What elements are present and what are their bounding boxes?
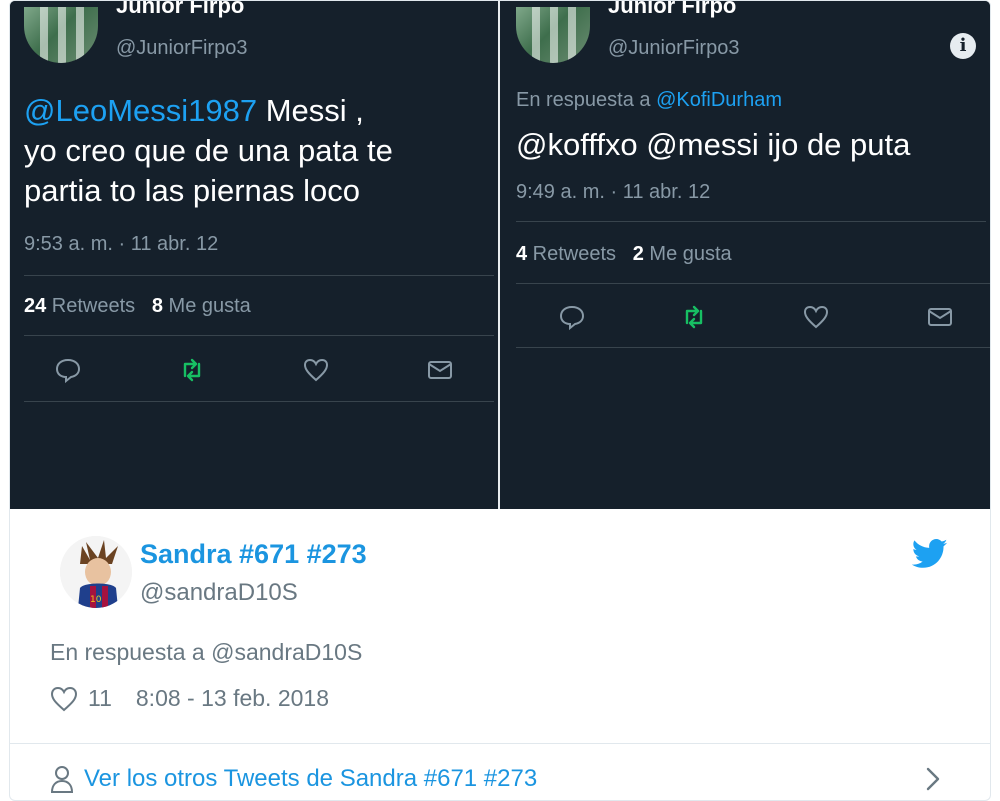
divider [10,743,990,744]
left-tweet-screenshot: Junior Firpo @JuniorFirpo3 @LeoMessi1987… [10,1,498,509]
tweet-text: @kofffxo @messi ijo de puta [516,127,911,162]
retweets-count: 24 [24,295,47,317]
divider [24,401,494,402]
retweets-count: 4 [516,243,528,265]
likes-count: 2 [632,243,644,265]
tweet-timestamp: 9:53 a. m. · 11 abr. 12 [24,233,219,255]
chevron-right-icon[interactable] [922,765,944,793]
retweets-label[interactable]: Retweets [46,295,135,317]
divider [516,347,990,348]
reply-icon[interactable] [558,303,586,331]
display-name: Junior Firpo [608,0,737,18]
tweet-stats: 24 Retweets 8 Me gusta [24,295,251,318]
retweet-icon[interactable] [178,356,206,384]
divider [24,335,494,336]
retweets-label[interactable]: Retweets [527,243,616,265]
mention-link[interactable]: @LeoMessi1987 [24,93,257,128]
tweet-text-part: partia to las piernas loco [24,173,361,208]
embedded-tweet-card: Junior Firpo @JuniorFirpo3 @LeoMessi1987… [9,0,991,801]
more-tweets-link[interactable]: Ver los otros Tweets de Sandra #671 #273 [50,765,537,793]
reply-icon[interactable] [54,356,82,384]
person-icon [50,766,74,793]
embed-meta: 11 8:08 - 13 feb. 2018 [50,685,329,712]
embed-handle[interactable]: @sandraD10S [140,579,298,607]
embed-timestamp[interactable]: 8:08 - 13 feb. 2018 [136,685,329,712]
reply-context: En respuesta a @KofiDurham [516,89,782,112]
embed-likes-count[interactable]: 11 [88,685,112,712]
tweet-timestamp: 9:49 a. m. · 11 abr. 12 [516,181,711,203]
divider [516,221,986,222]
handle: @JuniorFirpo3 [608,37,740,59]
twitter-bird-icon[interactable] [912,539,948,569]
right-tweet-screenshot: Junior Firpo @JuniorFirpo3 i En respuest… [500,0,990,509]
avatar [24,7,98,63]
tweet-stats: 4 Retweets 2 Me gusta [516,243,732,266]
avatar [516,7,590,63]
likes-label[interactable]: Me gusta [163,295,251,317]
tweet-text-part: Messi , [257,93,364,128]
likes-count: 8 [151,295,163,317]
dm-icon[interactable] [426,356,454,384]
handle: @JuniorFirpo3 [116,37,248,59]
embed-reply-context: En respuesta a @sandraD10S [50,639,363,665]
avatar[interactable]: 10 [60,536,132,608]
heart-icon[interactable] [50,686,78,712]
screenshots-area: Junior Firpo @JuniorFirpo3 @LeoMessi1987… [10,0,990,509]
like-icon[interactable] [802,303,830,331]
divider [516,283,990,284]
likes-label[interactable]: Me gusta [644,243,731,265]
retweet-icon[interactable] [680,303,708,331]
svg-text:10: 10 [90,595,102,605]
reply-prefix: En respuesta a [516,89,657,111]
reply-mention-link[interactable]: @KofiDurham [656,89,782,111]
tweet-text: @LeoMessi1987 Messi , yo creo que de una… [24,91,494,211]
embed-display-name[interactable]: Sandra #671 #273 [140,539,367,570]
tweet-text-part: yo creo que de una pata te [24,133,393,168]
like-icon[interactable] [302,356,330,384]
info-icon[interactable]: i [950,33,976,59]
divider [24,275,494,276]
dm-icon[interactable] [926,303,954,331]
display-name: Junior Firpo [116,0,245,18]
more-tweets-label[interactable]: Ver los otros Tweets de Sandra #671 #273 [84,765,537,793]
